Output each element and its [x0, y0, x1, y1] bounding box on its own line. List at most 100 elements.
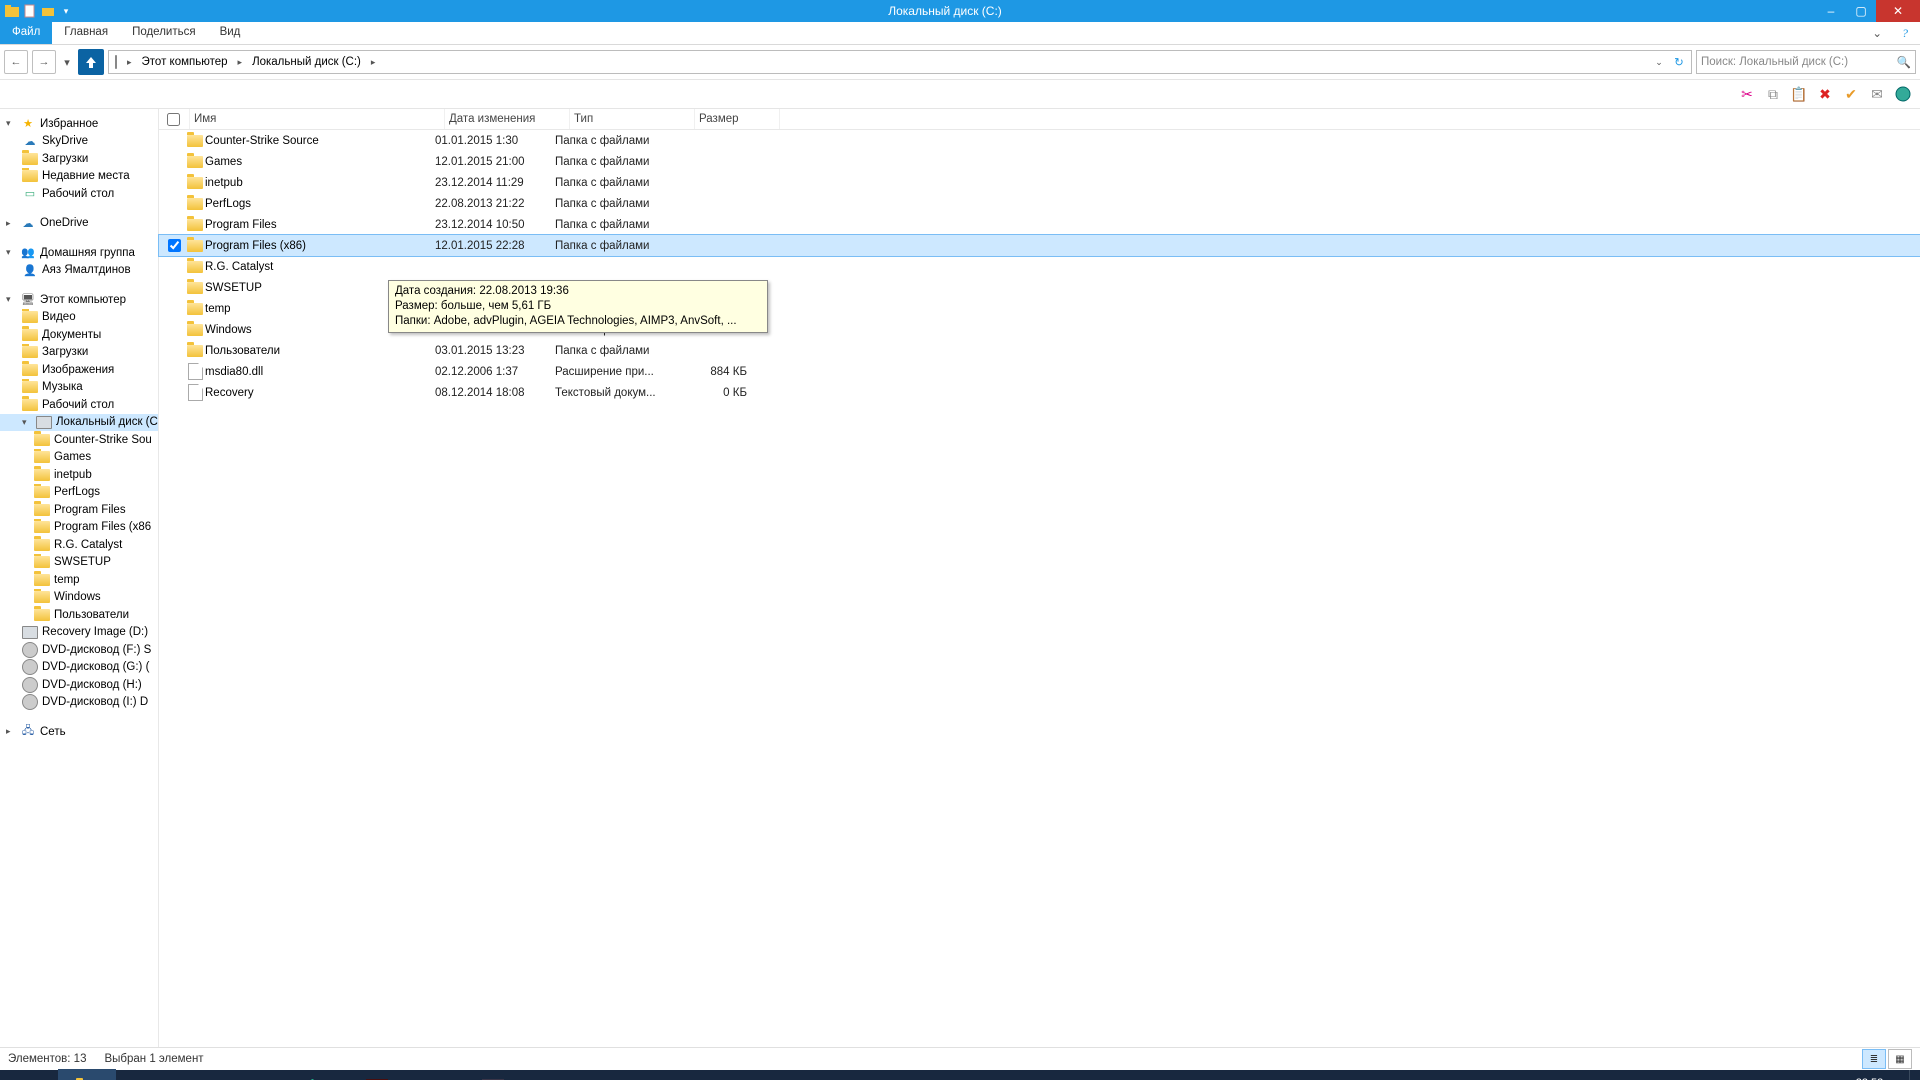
close-button[interactable]: ✕ — [1876, 0, 1920, 22]
view-details-button[interactable]: ≣ — [1862, 1049, 1886, 1069]
nav-homegroup-user[interactable]: 👤Аяз Ямалтдинов — [0, 262, 158, 280]
nav-desktop2[interactable]: Рабочий стол — [0, 396, 158, 414]
nav-documents[interactable]: Документы — [0, 326, 158, 344]
nav-drive[interactable]: Recovery Image (D:) — [0, 624, 158, 642]
nav-network[interactable]: ▸🖧Сеть — [0, 723, 158, 741]
nav-desktop[interactable]: ▭Рабочий стол — [0, 185, 158, 203]
task-store[interactable] — [116, 1070, 174, 1080]
nav-disk-folder[interactable]: Program Files — [0, 501, 158, 519]
row-checkbox[interactable] — [163, 239, 185, 252]
file-row[interactable]: Program Files (x86)12.01.2015 22:28Папка… — [159, 235, 1920, 256]
new-folder-icon[interactable] — [40, 3, 56, 19]
help-button[interactable]: ? — [1890, 22, 1920, 44]
nav-disk-folder[interactable]: Counter-Strike Sou — [0, 431, 158, 449]
nav-video[interactable]: Видео — [0, 309, 158, 327]
header-name[interactable]: Имя — [190, 109, 445, 129]
task-app2[interactable] — [348, 1070, 406, 1080]
nav-disk-folder[interactable]: Games — [0, 449, 158, 467]
start-button[interactable] — [0, 1070, 58, 1080]
nav-disk-folder[interactable]: inetpub — [0, 466, 158, 484]
tab-share[interactable]: Поделиться — [120, 22, 208, 44]
address-dropdown-icon[interactable]: ⌄ — [1651, 57, 1667, 68]
tab-file[interactable]: Файл — [0, 22, 52, 44]
header-date[interactable]: Дата изменения — [445, 109, 570, 129]
nav-onedrive[interactable]: ▸☁OneDrive — [0, 215, 158, 233]
nav-local-disk[interactable]: ▾Локальный диск (C — [0, 414, 158, 432]
copy-icon[interactable]: ⧉ — [1764, 85, 1782, 103]
history-dropdown-icon[interactable]: ▾ — [60, 51, 74, 73]
system-tray: ⌨ ▴ ⚑ 🔌 🔊 📶 РУС 23:53 12.01.2015 — [1665, 1070, 1920, 1080]
nav-disk-folder[interactable]: Пользователи — [0, 606, 158, 624]
file-row[interactable]: Counter-Strike Source01.01.2015 1:30Папк… — [159, 130, 1920, 151]
paste-icon[interactable]: 📋 — [1790, 85, 1808, 103]
file-name: Program Files (x86) — [205, 240, 435, 252]
task-app3[interactable] — [464, 1070, 522, 1080]
show-desktop-button[interactable] — [1909, 1070, 1916, 1080]
task-chrome[interactable] — [290, 1070, 348, 1080]
nav-drive[interactable]: DVD-дисковод (H:) — [0, 676, 158, 694]
refresh-icon[interactable]: ↻ — [1669, 55, 1689, 69]
file-row[interactable]: R.G. Catalyst — [159, 256, 1920, 277]
maximize-button[interactable]: ▢ — [1846, 0, 1876, 22]
file-row[interactable]: Program Files23.12.2014 10:50Папка с фай… — [159, 214, 1920, 235]
breadcrumb-sep[interactable]: ▸ — [234, 55, 247, 70]
file-row[interactable]: Пользователи03.01.2015 13:23Папка с файл… — [159, 340, 1920, 361]
nav-disk-folder[interactable]: R.G. Catalyst — [0, 536, 158, 554]
file-row[interactable]: Recovery08.12.2014 18:08Текстовый докум.… — [159, 382, 1920, 403]
nav-skydrive[interactable]: ☁SkyDrive — [0, 133, 158, 151]
task-app4[interactable] — [522, 1070, 580, 1080]
nav-downloads2[interactable]: Загрузки — [0, 344, 158, 362]
nav-music[interactable]: Музыка — [0, 379, 158, 397]
check-icon[interactable]: ✔ — [1842, 85, 1860, 103]
file-row[interactable]: PerfLogs22.08.2013 21:22Папка с файлами — [159, 193, 1920, 214]
task-opera[interactable] — [232, 1070, 290, 1080]
breadcrumb-sep[interactable]: ▸ — [123, 55, 136, 70]
nav-drive[interactable]: DVD-дисковод (I:) D — [0, 694, 158, 712]
breadcrumb-pc[interactable]: Этот компьютер — [138, 54, 232, 70]
breadcrumb-disk[interactable]: Локальный диск (C:) — [248, 54, 365, 70]
view-icons-button[interactable]: ▦ — [1888, 1049, 1912, 1069]
tab-home[interactable]: Главная — [52, 22, 120, 44]
header-checkbox[interactable] — [163, 109, 190, 129]
nav-homegroup[interactable]: ▾👥Домашняя группа — [0, 244, 158, 262]
task-explorer[interactable] — [58, 1069, 116, 1080]
mail-icon[interactable]: ✉ — [1868, 85, 1886, 103]
file-row[interactable]: msdia80.dll02.12.2006 1:37Расширение при… — [159, 361, 1920, 382]
cut-icon[interactable]: ✂ — [1738, 85, 1756, 103]
nav-downloads[interactable]: Загрузки — [0, 150, 158, 168]
nav-disk-folder[interactable]: SWSETUP — [0, 554, 158, 572]
back-button[interactable]: ← — [4, 50, 28, 74]
file-row[interactable]: inetpub23.12.2014 11:29Папка с файлами — [159, 172, 1920, 193]
address-bar[interactable]: ▸ Этот компьютер ▸ Локальный диск (C:) ▸… — [108, 50, 1692, 74]
properties-icon[interactable] — [22, 3, 38, 19]
delete-icon[interactable]: ✖ — [1816, 85, 1834, 103]
globe-icon[interactable] — [1894, 85, 1912, 103]
task-app1[interactable] — [174, 1070, 232, 1080]
tab-view[interactable]: Вид — [208, 22, 253, 44]
nav-pictures[interactable]: Изображения — [0, 361, 158, 379]
nav-drive[interactable]: DVD-дисковод (G:) ( — [0, 659, 158, 677]
header-size[interactable]: Размер — [695, 109, 780, 129]
file-row[interactable]: Games12.01.2015 21:00Папка с файлами — [159, 151, 1920, 172]
minimize-button[interactable]: – — [1816, 0, 1846, 22]
qat-dropdown-icon[interactable]: ▾ — [58, 3, 74, 19]
ribbon-expand-icon[interactable]: ⌄ — [1864, 22, 1890, 44]
nav-drive[interactable]: DVD-дисковод (F:) S — [0, 641, 158, 659]
file-size: 0 КБ — [675, 387, 755, 399]
tooltip-line: Папки: Adobe, advPlugin, AGEIA Technolog… — [395, 314, 761, 329]
nav-disk-folder[interactable]: PerfLogs — [0, 484, 158, 502]
up-button[interactable] — [78, 49, 104, 75]
header-type[interactable]: Тип — [570, 109, 695, 129]
nav-disk-folder[interactable]: temp — [0, 571, 158, 589]
nav-recent[interactable]: Недавние места — [0, 168, 158, 186]
breadcrumb-sep[interactable]: ▸ — [367, 55, 380, 70]
task-utorrent[interactable] — [406, 1070, 464, 1080]
search-input[interactable]: Поиск: Локальный диск (C:) 🔍 — [1696, 50, 1916, 74]
nav-label: Сеть — [40, 726, 66, 738]
forward-button[interactable]: → — [32, 50, 56, 74]
nav-favorites[interactable]: ▾★Избранное — [0, 115, 158, 133]
nav-disk-folder[interactable]: Windows — [0, 589, 158, 607]
nav-thispc[interactable]: ▾🖥Этот компьютер — [0, 291, 158, 309]
nav-disk-folder[interactable]: Program Files (x86 — [0, 519, 158, 537]
nav-label: Загрузки — [42, 346, 88, 358]
